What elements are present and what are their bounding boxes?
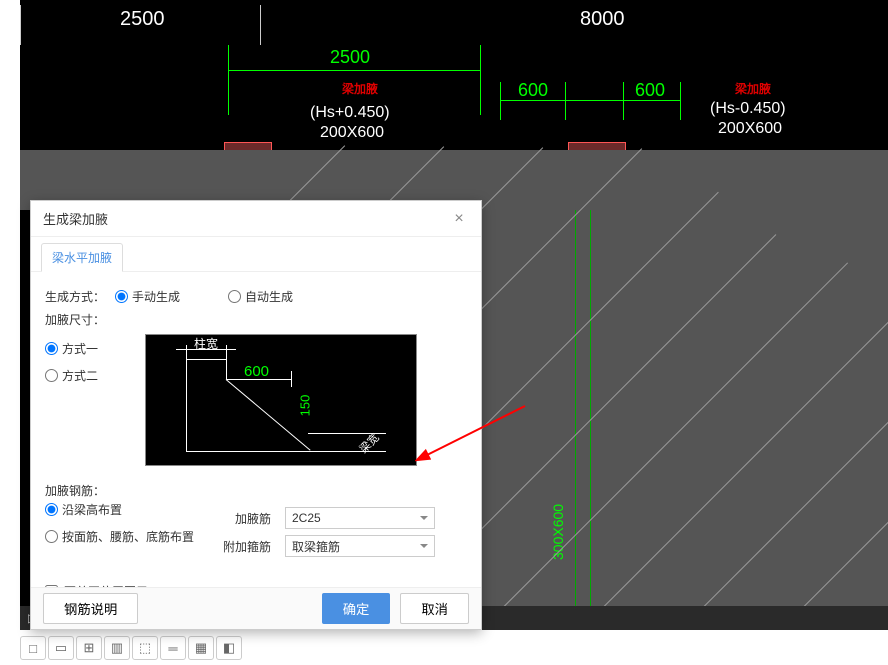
diagram-600: 600 xyxy=(244,363,269,380)
tool-btn-1[interactable]: □ xyxy=(20,636,46,660)
gen-label: 生成方式： xyxy=(45,288,115,305)
tab-horizontal-haunch[interactable]: 梁水平加腋 xyxy=(41,243,123,272)
dialog-haunch: 生成梁加腋 × 梁水平加腋 生成方式： 手动生成 自动生成 加腋尺寸： 方式一 … xyxy=(30,200,482,630)
axis-label-8000: 8000 xyxy=(580,8,625,31)
haunch-label-1: 梁加腋 xyxy=(342,80,378,97)
axis-label-2500: 2500 xyxy=(120,8,165,31)
dialog-title-bar[interactable]: 生成梁加腋 × xyxy=(31,201,481,237)
beam1-line1: (Hs+0.450) xyxy=(310,104,390,122)
ok-button[interactable]: 确定 xyxy=(322,593,391,624)
size-label: 加腋尺寸： xyxy=(45,311,115,328)
dim-2500: 2500 xyxy=(330,47,370,68)
tool-btn-6[interactable]: ═ xyxy=(160,636,186,660)
dialog-title: 生成梁加腋 xyxy=(43,209,108,228)
rebar-label: 加腋钢筋： xyxy=(45,482,115,499)
radio-manual[interactable]: 手动生成 xyxy=(115,288,180,305)
close-icon[interactable]: × xyxy=(449,210,469,228)
diagram-zhu: 柱宽 xyxy=(194,335,218,352)
dim-600b: 600 xyxy=(635,80,665,101)
haunch-diagram: 柱宽 600 150 梁宽 xyxy=(145,334,417,466)
jiaye-combo[interactable]: 2C25 xyxy=(285,507,435,529)
beam2-line2: 200X600 xyxy=(718,120,782,138)
radio-layout-bars[interactable]: 按面筋、腰筋、底筋布置 xyxy=(45,528,195,545)
jiaye-label: 加腋筋 xyxy=(215,510,275,527)
haunch-label-2: 梁加腋 xyxy=(735,80,771,97)
radio-size-2[interactable]: 方式二 xyxy=(45,367,133,384)
tool-btn-5[interactable]: ⬚ xyxy=(132,636,158,660)
radio-size-1[interactable]: 方式一 xyxy=(45,340,133,357)
dim-600a: 600 xyxy=(518,80,548,101)
fujia-combo[interactable]: 取梁箍筋 xyxy=(285,535,435,557)
fujia-label: 附加箍筋 xyxy=(215,538,275,555)
cancel-button[interactable]: 取消 xyxy=(400,593,469,624)
radio-layout-height[interactable]: 沿梁高布置 xyxy=(45,501,195,518)
tool-btn-8[interactable]: ◧ xyxy=(216,636,242,660)
bottom-toolbar: □ ▭ ⊞ ▥ ⬚ ═ ▦ ◧ xyxy=(20,634,242,662)
beam2-line1: (Hs-0.450) xyxy=(710,100,786,118)
radio-auto[interactable]: 自动生成 xyxy=(228,288,293,305)
diagram-150: 150 xyxy=(297,395,312,417)
beam1-line2: 200X600 xyxy=(320,124,384,142)
tool-btn-3[interactable]: ⊞ xyxy=(76,636,102,660)
tool-btn-2[interactable]: ▭ xyxy=(48,636,74,660)
tool-btn-7[interactable]: ▦ xyxy=(188,636,214,660)
tool-btn-4[interactable]: ▥ xyxy=(104,636,130,660)
help-button[interactable]: 钢筋说明 xyxy=(43,593,138,624)
